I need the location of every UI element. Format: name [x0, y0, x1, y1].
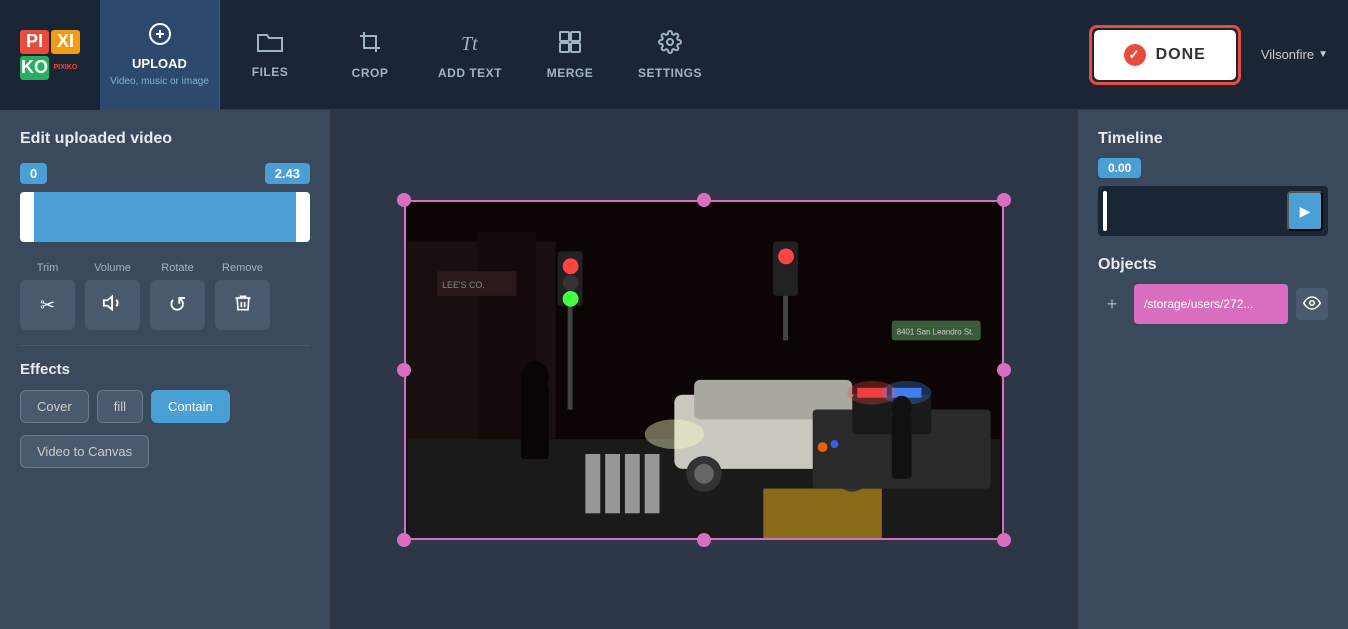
timeline-play-button[interactable]: ▶ [1287, 191, 1323, 231]
effect-fill-button[interactable]: fill [97, 390, 143, 423]
nav-addtext-label: ADD TEXT [438, 66, 502, 80]
logo-ko: KO [20, 56, 49, 80]
settings-icon [658, 30, 682, 60]
crop-handle-top-right[interactable] [997, 193, 1011, 207]
effects-title: Effects [20, 361, 310, 378]
svg-text:LEE'S CO.: LEE'S CO. [442, 279, 485, 289]
merge-icon [558, 30, 582, 60]
video-scene: LEE'S CO. [406, 202, 1002, 538]
tool-trim-label: Trim [37, 262, 59, 274]
tool-volume-label: Volume [94, 262, 131, 274]
svg-text:Tt: Tt [461, 33, 478, 54]
object-add-button[interactable]: + [1098, 290, 1126, 318]
done-button[interactable]: ✓ DONE [1094, 30, 1236, 80]
tool-item-trim: Trim ✂ [20, 262, 75, 330]
timeline-time: 0.00 [1098, 158, 1141, 178]
crop-handle-bot-left[interactable] [397, 533, 411, 547]
remove-button[interactable] [215, 280, 270, 330]
crop-handle-top-left[interactable] [397, 193, 411, 207]
object-item[interactable]: /storage/users/272... [1134, 284, 1288, 324]
nav-settings-label: SETTINGS [638, 66, 702, 80]
svg-text:8401 San Leandro St.: 8401 San Leandro St. [897, 327, 974, 336]
crop-handle-bot-right[interactable] [997, 533, 1011, 547]
tool-row: Trim ✂ Volume Rotate [20, 262, 310, 330]
user-menu[interactable]: Vilsonfire ▼ [1261, 47, 1328, 62]
nav-merge-label: MERGE [547, 66, 594, 80]
done-button-wrapper: ✓ DONE [1089, 25, 1241, 85]
nav-items: FILES CROP Tt ADD TEXT [220, 0, 1089, 110]
scissors-icon: ✂ [40, 295, 55, 316]
right-panel: Timeline 0.00 ▶ Objects + /storage/users… [1078, 110, 1348, 629]
trim-start-badge: 0 [20, 163, 47, 184]
trim-range: 0 2.43 [20, 163, 310, 242]
tool-item-rotate: Rotate ↺ [150, 262, 205, 330]
tool-remove-label: Remove [222, 262, 263, 274]
done-check-icon: ✓ [1124, 44, 1146, 66]
top-nav: PI XI KO PIXIKO UPLOAD Video, music or i… [0, 0, 1348, 110]
range-track[interactable] [20, 192, 310, 242]
effects-section: Effects Cover fill Contain Video to Canv… [20, 345, 310, 468]
trim-end-badge: 2.43 [265, 163, 310, 184]
logo-brand: PIXIKO [51, 56, 80, 80]
timeline-playhead[interactable] [1103, 191, 1107, 231]
effect-cover-button[interactable]: Cover [20, 390, 89, 423]
chevron-down-icon: ▼ [1318, 49, 1328, 60]
crop-handle-top-mid[interactable] [697, 193, 711, 207]
main-content: Edit uploaded video 0 2.43 Trim ✂ Volume [0, 110, 1348, 629]
object-row: + /storage/users/272... [1098, 284, 1328, 324]
upload-label: UPLOAD [132, 56, 187, 71]
objects-section: Objects + /storage/users/272... [1098, 256, 1328, 324]
video-container: LEE'S CO. [404, 200, 1004, 540]
range-handle-left[interactable] [20, 192, 34, 242]
timeline-section: Timeline 0.00 ▶ [1098, 130, 1328, 236]
text-icon: Tt [458, 30, 482, 60]
username: Vilsonfire [1261, 47, 1314, 62]
upload-sub: Video, music or image [110, 75, 209, 88]
trim-labels: 0 2.43 [20, 163, 310, 184]
rotate-icon: ↺ [168, 292, 186, 318]
effects-buttons: Cover fill Contain [20, 390, 310, 423]
trash-icon [233, 293, 253, 318]
left-panel: Edit uploaded video 0 2.43 Trim ✂ Volume [0, 110, 330, 629]
volume-icon [102, 292, 124, 319]
volume-button[interactable] [85, 280, 140, 330]
nav-item-settings[interactable]: SETTINGS [620, 0, 720, 110]
objects-title: Objects [1098, 256, 1328, 274]
trim-button[interactable]: ✂ [20, 280, 75, 330]
center-canvas: LEE'S CO. [330, 110, 1078, 629]
nav-item-add-text[interactable]: Tt ADD TEXT [420, 0, 520, 110]
timeline-title: Timeline [1098, 130, 1328, 148]
tool-item-remove: Remove [215, 262, 270, 330]
timeline-bar: ▶ [1098, 186, 1328, 236]
object-visibility-button[interactable] [1296, 288, 1328, 320]
panel-title: Edit uploaded video [20, 130, 310, 148]
tool-rotate-label: Rotate [161, 262, 193, 274]
logo-xi: XI [51, 30, 80, 54]
done-label: DONE [1156, 46, 1206, 64]
logo-pi: PI [20, 30, 49, 54]
crop-handle-bot-mid[interactable] [697, 533, 711, 547]
nav-item-merge[interactable]: MERGE [520, 0, 620, 110]
nav-item-files[interactable]: FILES [220, 0, 320, 110]
upload-button[interactable]: UPLOAD Video, music or image [100, 0, 220, 110]
nav-crop-label: CROP [352, 66, 389, 80]
eye-icon [1303, 296, 1321, 313]
range-handle-right[interactable] [296, 192, 310, 242]
effect-contain-button[interactable]: Contain [151, 390, 230, 423]
play-icon: ▶ [1300, 203, 1311, 220]
crop-icon [358, 30, 382, 60]
crop-handle-mid-left[interactable] [397, 363, 411, 377]
crop-handle-mid-right[interactable] [997, 363, 1011, 377]
nav-files-label: FILES [252, 65, 289, 79]
nav-item-crop[interactable]: CROP [320, 0, 420, 110]
upload-icon [148, 22, 172, 52]
rotate-button[interactable]: ↺ [150, 280, 205, 330]
video-frame: LEE'S CO. [404, 200, 1004, 540]
plus-icon: + [1107, 294, 1118, 314]
tool-item-volume: Volume [85, 262, 140, 330]
folder-icon [257, 31, 283, 59]
logo: PI XI KO PIXIKO [0, 0, 100, 110]
video-to-canvas-button[interactable]: Video to Canvas [20, 435, 149, 468]
